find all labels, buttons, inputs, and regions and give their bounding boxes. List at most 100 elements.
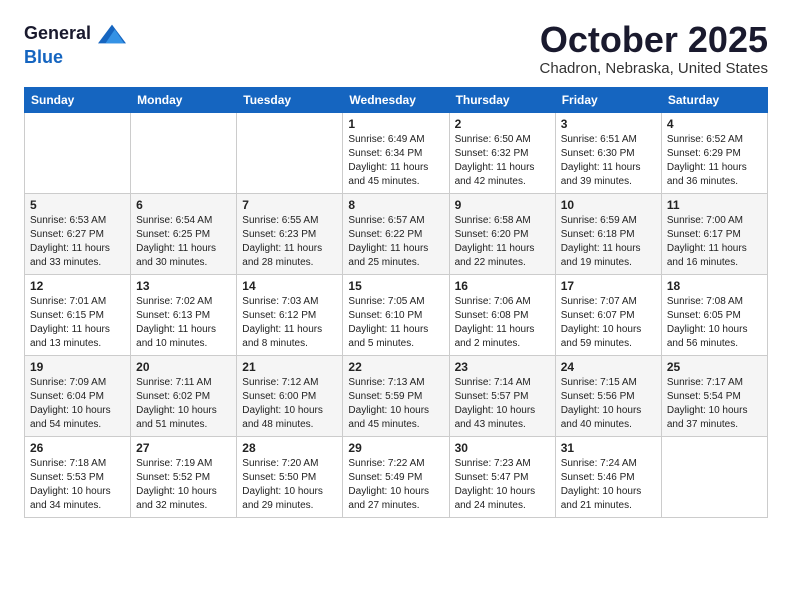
col-saturday: Saturday bbox=[661, 87, 767, 112]
day-number: 12 bbox=[30, 279, 125, 293]
calendar-table: Sunday Monday Tuesday Wednesday Thursday… bbox=[24, 87, 768, 518]
day-number: 8 bbox=[348, 198, 443, 212]
day-number: 26 bbox=[30, 441, 125, 455]
day-info: Sunrise: 7:07 AM Sunset: 6:07 PM Dayligh… bbox=[561, 295, 656, 351]
day-number: 28 bbox=[242, 441, 337, 455]
table-row: 22 Sunrise: 7:13 AM Sunset: 5:59 PM Dayli… bbox=[343, 355, 449, 436]
calendar-week-row: 1 Sunrise: 6:49 AM Sunset: 6:34 PM Daylig… bbox=[25, 112, 768, 193]
calendar-week-row: 5Sunrise: 6:53 AM Sunset: 6:27 PM Daylig… bbox=[25, 193, 768, 274]
calendar-week-row: 19Sunrise: 7:09 AM Sunset: 6:04 PM Dayli… bbox=[25, 355, 768, 436]
day-number: 22 bbox=[348, 360, 443, 374]
day-info: Sunrise: 7:22 AM Sunset: 5:49 PM Dayligh… bbox=[348, 457, 443, 513]
table-row: 2 Sunrise: 6:50 AM Sunset: 6:32 PM Daylig… bbox=[449, 112, 555, 193]
table-row: 14Sunrise: 7:03 AM Sunset: 6:12 PM Dayli… bbox=[237, 274, 343, 355]
table-row: 6Sunrise: 6:54 AM Sunset: 6:25 PM Daylig… bbox=[131, 193, 237, 274]
table-row: 31 Sunrise: 7:24 AM Sunset: 5:46 PM Dayli… bbox=[555, 436, 661, 517]
table-row: 17 Sunrise: 7:07 AM Sunset: 6:07 PM Dayli… bbox=[555, 274, 661, 355]
day-info: Sunrise: 7:03 AM Sunset: 6:12 PM Dayligh… bbox=[242, 295, 337, 351]
table-row: 10 Sunrise: 6:59 AM Sunset: 6:18 PM Dayli… bbox=[555, 193, 661, 274]
col-monday: Monday bbox=[131, 87, 237, 112]
table-row: 3 Sunrise: 6:51 AM Sunset: 6:30 PM Daylig… bbox=[555, 112, 661, 193]
table-row bbox=[25, 112, 131, 193]
day-number: 17 bbox=[561, 279, 656, 293]
day-number: 31 bbox=[561, 441, 656, 455]
day-info: Sunrise: 7:23 AM Sunset: 5:47 PM Dayligh… bbox=[455, 457, 550, 513]
day-number: 3 bbox=[561, 117, 656, 131]
day-info: Sunrise: 6:53 AM Sunset: 6:27 PM Dayligh… bbox=[30, 214, 125, 270]
day-info: Sunrise: 7:17 AM Sunset: 5:54 PM Dayligh… bbox=[667, 376, 762, 432]
table-row: 30Sunrise: 7:23 AM Sunset: 5:47 PM Dayli… bbox=[449, 436, 555, 517]
logo-general: General bbox=[24, 23, 91, 43]
day-info: Sunrise: 7:13 AM Sunset: 5:59 PM Dayligh… bbox=[348, 376, 443, 432]
day-info: Sunrise: 6:54 AM Sunset: 6:25 PM Dayligh… bbox=[136, 214, 231, 270]
day-info: Sunrise: 7:14 AM Sunset: 5:57 PM Dayligh… bbox=[455, 376, 550, 432]
table-row: 8Sunrise: 6:57 AM Sunset: 6:22 PM Daylig… bbox=[343, 193, 449, 274]
day-info: Sunrise: 7:24 AM Sunset: 5:46 PM Dayligh… bbox=[561, 457, 656, 513]
table-row: 20 Sunrise: 7:11 AM Sunset: 6:02 PM Dayli… bbox=[131, 355, 237, 436]
table-row bbox=[237, 112, 343, 193]
title-block: October 2025 Chadron, Nebraska, United S… bbox=[540, 20, 768, 77]
day-info: Sunrise: 7:01 AM Sunset: 6:15 PM Dayligh… bbox=[30, 295, 125, 351]
table-row: 28 Sunrise: 7:20 AM Sunset: 5:50 PM Dayli… bbox=[237, 436, 343, 517]
day-number: 24 bbox=[561, 360, 656, 374]
day-number: 25 bbox=[667, 360, 762, 374]
day-number: 2 bbox=[455, 117, 550, 131]
table-row bbox=[131, 112, 237, 193]
day-number: 9 bbox=[455, 198, 550, 212]
day-info: Sunrise: 6:55 AM Sunset: 6:23 PM Dayligh… bbox=[242, 214, 337, 270]
day-number: 1 bbox=[348, 117, 443, 131]
day-info: Sunrise: 7:19 AM Sunset: 5:52 PM Dayligh… bbox=[136, 457, 231, 513]
day-number: 16 bbox=[455, 279, 550, 293]
calendar-week-row: 26 Sunrise: 7:18 AM Sunset: 5:53 PM Dayli… bbox=[25, 436, 768, 517]
day-number: 13 bbox=[136, 279, 231, 293]
day-info: Sunrise: 7:12 AM Sunset: 6:00 PM Dayligh… bbox=[242, 376, 337, 432]
day-info: Sunrise: 7:08 AM Sunset: 6:05 PM Dayligh… bbox=[667, 295, 762, 351]
day-info: Sunrise: 7:06 AM Sunset: 6:08 PM Dayligh… bbox=[455, 295, 550, 351]
day-info: Sunrise: 7:18 AM Sunset: 5:53 PM Dayligh… bbox=[30, 457, 125, 513]
table-row: 24Sunrise: 7:15 AM Sunset: 5:56 PM Dayli… bbox=[555, 355, 661, 436]
day-number: 7 bbox=[242, 198, 337, 212]
page-header: General Blue October 2025 Chadron, Nebra… bbox=[24, 20, 768, 77]
table-row: 25 Sunrise: 7:17 AM Sunset: 5:54 PM Dayli… bbox=[661, 355, 767, 436]
day-number: 21 bbox=[242, 360, 337, 374]
table-row: 23 Sunrise: 7:14 AM Sunset: 5:57 PM Dayli… bbox=[449, 355, 555, 436]
table-row: 19Sunrise: 7:09 AM Sunset: 6:04 PM Dayli… bbox=[25, 355, 131, 436]
location-subtitle: Chadron, Nebraska, United States bbox=[540, 60, 768, 77]
day-info: Sunrise: 7:09 AM Sunset: 6:04 PM Dayligh… bbox=[30, 376, 125, 432]
day-number: 15 bbox=[348, 279, 443, 293]
table-row: 15Sunrise: 7:05 AM Sunset: 6:10 PM Dayli… bbox=[343, 274, 449, 355]
table-row: 27Sunrise: 7:19 AM Sunset: 5:52 PM Dayli… bbox=[131, 436, 237, 517]
day-info: Sunrise: 6:59 AM Sunset: 6:18 PM Dayligh… bbox=[561, 214, 656, 270]
day-info: Sunrise: 6:50 AM Sunset: 6:32 PM Dayligh… bbox=[455, 133, 550, 189]
table-row: 1 Sunrise: 6:49 AM Sunset: 6:34 PM Daylig… bbox=[343, 112, 449, 193]
day-info: Sunrise: 6:58 AM Sunset: 6:20 PM Dayligh… bbox=[455, 214, 550, 270]
table-row: 13Sunrise: 7:02 AM Sunset: 6:13 PM Dayli… bbox=[131, 274, 237, 355]
table-row: 7 Sunrise: 6:55 AM Sunset: 6:23 PM Daylig… bbox=[237, 193, 343, 274]
day-number: 29 bbox=[348, 441, 443, 455]
logo-blue: Blue bbox=[24, 47, 63, 67]
table-row: 16 Sunrise: 7:06 AM Sunset: 6:08 PM Dayli… bbox=[449, 274, 555, 355]
page-container: General Blue October 2025 Chadron, Nebra… bbox=[0, 0, 792, 528]
col-thursday: Thursday bbox=[449, 87, 555, 112]
table-row: 12 Sunrise: 7:01 AM Sunset: 6:15 PM Dayli… bbox=[25, 274, 131, 355]
table-row: 11 Sunrise: 7:00 AM Sunset: 6:17 PM Dayli… bbox=[661, 193, 767, 274]
day-number: 20 bbox=[136, 360, 231, 374]
table-row: 26 Sunrise: 7:18 AM Sunset: 5:53 PM Dayli… bbox=[25, 436, 131, 517]
day-info: Sunrise: 6:49 AM Sunset: 6:34 PM Dayligh… bbox=[348, 133, 443, 189]
col-friday: Friday bbox=[555, 87, 661, 112]
day-number: 11 bbox=[667, 198, 762, 212]
day-info: Sunrise: 6:51 AM Sunset: 6:30 PM Dayligh… bbox=[561, 133, 656, 189]
day-info: Sunrise: 6:52 AM Sunset: 6:29 PM Dayligh… bbox=[667, 133, 762, 189]
day-info: Sunrise: 7:11 AM Sunset: 6:02 PM Dayligh… bbox=[136, 376, 231, 432]
day-number: 23 bbox=[455, 360, 550, 374]
table-row: 18Sunrise: 7:08 AM Sunset: 6:05 PM Dayli… bbox=[661, 274, 767, 355]
day-info: Sunrise: 7:00 AM Sunset: 6:17 PM Dayligh… bbox=[667, 214, 762, 270]
calendar-header-row: Sunday Monday Tuesday Wednesday Thursday… bbox=[25, 87, 768, 112]
day-number: 10 bbox=[561, 198, 656, 212]
col-tuesday: Tuesday bbox=[237, 87, 343, 112]
day-info: Sunrise: 7:20 AM Sunset: 5:50 PM Dayligh… bbox=[242, 457, 337, 513]
table-row: 4 Sunrise: 6:52 AM Sunset: 6:29 PM Daylig… bbox=[661, 112, 767, 193]
day-number: 4 bbox=[667, 117, 762, 131]
table-row: 5Sunrise: 6:53 AM Sunset: 6:27 PM Daylig… bbox=[25, 193, 131, 274]
calendar-week-row: 12 Sunrise: 7:01 AM Sunset: 6:15 PM Dayli… bbox=[25, 274, 768, 355]
